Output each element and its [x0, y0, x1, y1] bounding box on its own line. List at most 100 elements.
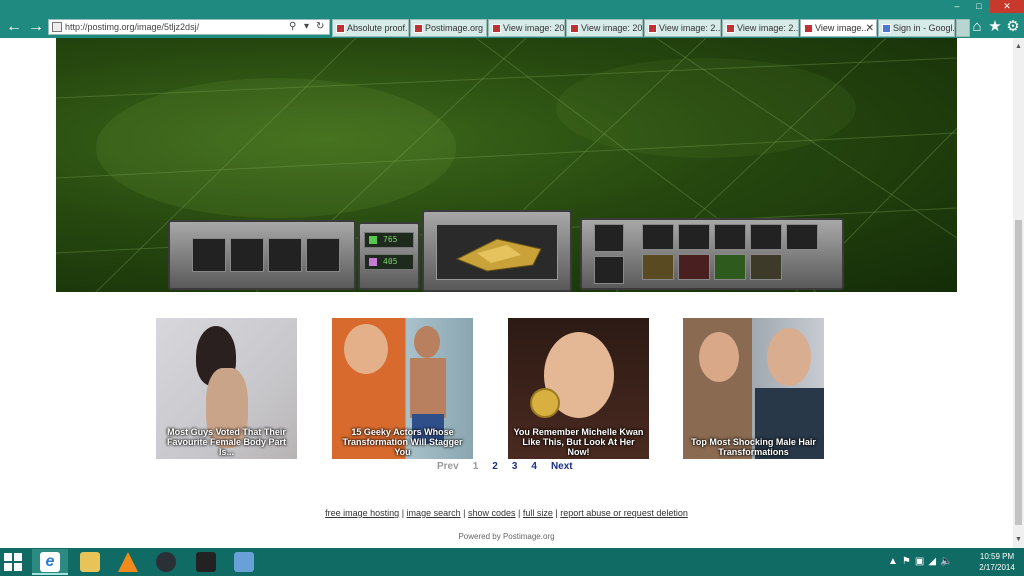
- command-slot[interactable]: [786, 224, 818, 250]
- tab[interactable]: Absolute proof...: [332, 19, 409, 37]
- browser-chrome: ← → http://postimg.org/image/5tljz2dsj/ …: [0, 0, 1024, 38]
- triangle-rank-icon[interactable]: [306, 238, 340, 272]
- tab-label: Absolute proof...: [347, 23, 409, 33]
- tab[interactable]: View image: 2...: [722, 19, 799, 37]
- tab[interactable]: View image: 2...: [644, 19, 721, 37]
- sponsored-thumbnail[interactable]: Top Most Shocking Male Hair Transformati…: [683, 318, 824, 459]
- tab[interactable]: View image: 20...: [488, 19, 565, 37]
- url-text: http://postimg.org/image/5tljz2dsj/: [65, 22, 200, 32]
- tab-label: View image...: [815, 23, 869, 33]
- show-hidden-icons-icon[interactable]: ▲: [888, 554, 898, 570]
- power-value: 405: [383, 257, 398, 266]
- dropdown-arrow-icon[interactable]: ▾: [304, 20, 309, 34]
- sponsored-thumbnail[interactable]: Most Guys Voted That Their Favourite Fem…: [156, 318, 297, 459]
- tab-label: View image: 2...: [659, 23, 721, 33]
- guard-command-icon[interactable]: [750, 254, 782, 280]
- game-hud-panel: 765 405: [168, 210, 844, 292]
- back-arrow-icon[interactable]: ←: [4, 17, 24, 37]
- tab-favicon-icon: [726, 24, 735, 33]
- resource-counter: 765: [364, 232, 414, 248]
- tab-active[interactable]: View image... ✕: [800, 19, 877, 37]
- sponsored-thumbnail[interactable]: You Remember Michelle Kwan Like This, Bu…: [508, 318, 649, 459]
- gear-icon[interactable]: ⚙: [1004, 17, 1022, 37]
- tab-favicon-icon: [570, 24, 579, 33]
- stop-command-icon[interactable]: [678, 254, 710, 280]
- hosted-image[interactable]: 765 405: [56, 38, 957, 292]
- command-slot[interactable]: [714, 224, 746, 250]
- refresh-icon[interactable]: ↻: [316, 20, 324, 34]
- steam-icon[interactable]: [148, 549, 184, 575]
- shield-icon: [369, 258, 377, 266]
- page-favicon-icon: [52, 22, 62, 32]
- scroll-up-icon[interactable]: ▲: [1013, 41, 1024, 52]
- hud-right-panel: [580, 218, 844, 290]
- tab-label: Postimage.org ...: [425, 23, 487, 33]
- minimize-button[interactable]: –: [946, 0, 968, 13]
- sponsored-thumbnail[interactable]: 15 Geeky Actors Whose Transformation Wil…: [332, 318, 473, 459]
- show-codes-link[interactable]: show codes: [468, 508, 516, 518]
- tab-favicon-icon: [414, 24, 423, 33]
- square-rank-icon[interactable]: [230, 238, 264, 272]
- unit-portrait: [436, 224, 558, 280]
- report-abuse-link[interactable]: report abuse or request deletion: [560, 508, 688, 518]
- separator: |: [555, 508, 558, 518]
- pagination-page-current: 1: [472, 461, 479, 472]
- command-slot[interactable]: [750, 224, 782, 250]
- radar-icon[interactable]: [594, 256, 624, 284]
- flag-icon[interactable]: ⚑: [902, 554, 911, 570]
- powered-by-text: Powered by Postimage.org: [458, 532, 555, 541]
- tab[interactable]: View image: 20...: [566, 19, 643, 37]
- home-icon[interactable]: ⌂: [968, 17, 986, 37]
- calculator-icon[interactable]: [226, 549, 262, 575]
- vertical-scrollbar[interactable]: ▲ ▼: [1013, 38, 1024, 548]
- attack-command-icon[interactable]: [642, 254, 674, 280]
- tab-label: View image: 20...: [581, 23, 643, 33]
- full-size-link[interactable]: full size: [523, 508, 553, 518]
- pagination-page[interactable]: 4: [531, 461, 537, 473]
- wing-emblem-icon[interactable]: [268, 238, 302, 272]
- pagination-next[interactable]: Next: [551, 461, 573, 473]
- command-slot[interactable]: [678, 224, 710, 250]
- hud-center-panel: [422, 210, 572, 292]
- tab[interactable]: Sign in - Googl...: [878, 19, 955, 37]
- up-arrow-command-icon[interactable]: [714, 254, 746, 280]
- file-explorer-icon[interactable]: [72, 549, 108, 575]
- target-icon[interactable]: [192, 238, 226, 272]
- hud-left-panel: [168, 220, 356, 290]
- hud-counter-panel: 765 405: [358, 222, 420, 290]
- image-search-link[interactable]: image search: [407, 508, 461, 518]
- pagination-page[interactable]: 2: [492, 461, 498, 473]
- pagination-page[interactable]: 3: [512, 461, 518, 473]
- free-image-hosting-link[interactable]: free image hosting: [325, 508, 399, 518]
- maximize-button[interactable]: □: [968, 0, 990, 13]
- command-slot[interactable]: [642, 224, 674, 250]
- window-controls: – □ ✕: [946, 0, 1024, 13]
- volume-icon[interactable]: 🔈: [940, 554, 952, 570]
- ship-icon: [455, 238, 542, 272]
- separator: |: [401, 508, 405, 518]
- pagination-prev: Prev: [437, 461, 459, 472]
- tab-label: Sign in - Googl...: [893, 23, 955, 33]
- tab-label: View image: 2...: [737, 23, 799, 33]
- close-tab-icon[interactable]: ✕: [866, 20, 874, 36]
- tab[interactable]: Postimage.org ...: [410, 19, 487, 37]
- network-device-icon[interactable]: ▣: [915, 554, 924, 570]
- star-icon[interactable]: ★: [986, 17, 1004, 37]
- resource-value: 765: [383, 235, 398, 244]
- rank-emblem-icon[interactable]: [594, 224, 624, 252]
- scrollbar-thumb[interactable]: [1015, 220, 1022, 525]
- forward-arrow-icon[interactable]: →: [26, 17, 46, 37]
- signal-icon[interactable]: ◢: [928, 554, 936, 570]
- pagination: Prev 1 2 3 4 Next: [437, 461, 587, 473]
- clock-date: 2/17/2014: [979, 563, 1015, 572]
- search-icon[interactable]: ⚲: [289, 20, 296, 34]
- window-close-button[interactable]: ✕: [990, 0, 1024, 13]
- windows-start-icon[interactable]: [4, 553, 24, 571]
- google-favicon-icon: [882, 24, 891, 33]
- game-app-icon[interactable]: [188, 549, 224, 575]
- taskbar-clock[interactable]: 10:59 PM 2/17/2014: [972, 551, 1022, 573]
- vlc-icon[interactable]: [110, 549, 146, 575]
- address-bar[interactable]: http://postimg.org/image/5tljz2dsj/ ⚲ ▾ …: [48, 19, 330, 35]
- internet-explorer-icon[interactable]: e: [32, 549, 68, 575]
- scroll-down-icon[interactable]: ▼: [1013, 534, 1024, 545]
